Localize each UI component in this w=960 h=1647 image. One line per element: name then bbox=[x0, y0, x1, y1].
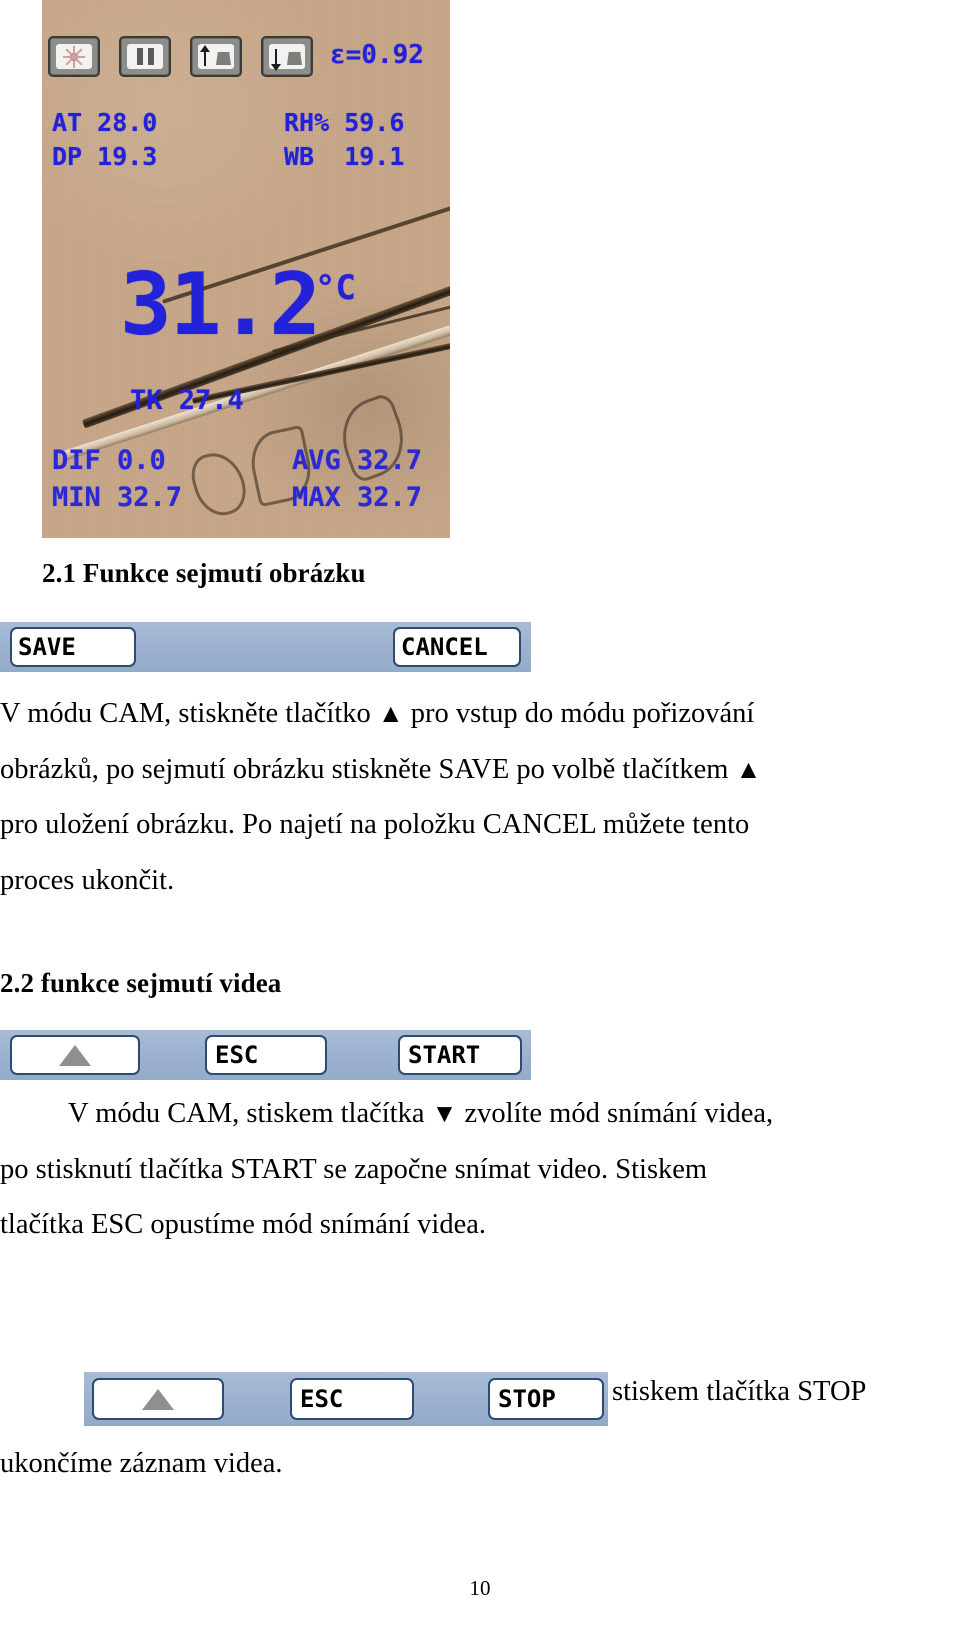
paragraph-text: V módu CAM, stiskněte tlačítko bbox=[0, 698, 371, 729]
dif-readout: DIF 0.0 bbox=[52, 445, 166, 476]
max-readout: MAX 32.7 bbox=[292, 482, 423, 513]
paragraph-text: obrázků, po sejmutí obrázku stiskněte SA… bbox=[0, 753, 729, 785]
section-2-2-heading: 2.2 funkce sejmutí videa bbox=[0, 968, 282, 998]
paragraph-line: po stisknutí tlačítka START se započne s… bbox=[0, 1153, 708, 1185]
lcd-menubar-esc-stop: ESC STOP bbox=[84, 1372, 608, 1426]
wet-bulb-readout: WB 19.1 bbox=[284, 142, 405, 171]
esc-button[interactable]: ESC bbox=[290, 1378, 414, 1420]
cancel-button[interactable]: CANCEL bbox=[393, 627, 521, 667]
humidity-readout: RH% 59.6 bbox=[284, 108, 405, 137]
paragraph-line: tlačítka ESC opustíme mód snímání videa. bbox=[0, 1209, 487, 1240]
save-button[interactable]: SAVE bbox=[10, 627, 136, 667]
emissivity-readout: ε=0.92 bbox=[330, 40, 424, 70]
paragraph-line: obrázků, po sejmutí obrázku stiskněte SA… bbox=[0, 753, 925, 785]
paragraph-line: V módu CAM, stiskem tlačítka ▼ zvolíte m… bbox=[0, 1098, 925, 1129]
paragraph-text: V módu CAM, stiskem tlačítka bbox=[68, 1098, 425, 1129]
triangle-up-icon bbox=[142, 1388, 174, 1410]
ambient-temp-readout: AT 28.0 bbox=[52, 108, 158, 137]
upload-cup-icon[interactable] bbox=[190, 36, 242, 77]
triangle-up-icon: ▲ bbox=[377, 699, 404, 728]
pause-icon[interactable] bbox=[119, 36, 171, 77]
avg-readout: AVG 32.7 bbox=[292, 445, 423, 476]
laser-sun-icon[interactable] bbox=[48, 36, 100, 77]
section-2-1-paragraph: V módu CAM, stiskněte tlačítko ▲ pro vst… bbox=[0, 698, 925, 922]
section-2-2-paragraph: V módu CAM, stiskem tlačítka ▼ zvolíte m… bbox=[0, 1098, 925, 1267]
thermal-camera-photo: ε=0.92 AT 28.0 DP 19.3 RH% 59.6 WB 19.1 … bbox=[42, 0, 450, 538]
stop-button[interactable]: STOP bbox=[488, 1378, 604, 1420]
page-number: 10 bbox=[469, 1576, 491, 1600]
min-readout: MIN 32.7 bbox=[52, 482, 183, 513]
paragraph-line: pro uložení obrázku. Po najetí na položk… bbox=[0, 809, 750, 840]
lcd-icon-row bbox=[48, 36, 313, 77]
triangle-down-icon: ▼ bbox=[431, 1099, 458, 1128]
dew-point-readout: DP 19.3 bbox=[52, 142, 158, 171]
tk-readout: TK 27.4 bbox=[130, 385, 244, 416]
up-arrow-button[interactable] bbox=[92, 1378, 224, 1420]
up-arrow-button[interactable] bbox=[10, 1035, 140, 1075]
paragraph-line: proces ukončit. bbox=[0, 864, 175, 896]
closing-text-left: ukončíme záznam videa. bbox=[0, 1448, 500, 1506]
start-button[interactable]: START bbox=[398, 1035, 522, 1075]
paragraph-line: stiskem tlačítka STOP bbox=[612, 1376, 867, 1407]
triangle-up-icon: ▲ bbox=[735, 754, 762, 784]
download-cup-icon[interactable] bbox=[261, 36, 313, 77]
temperature-unit: °C bbox=[315, 268, 356, 308]
paragraph-text: pro vstup do módu pořizování bbox=[410, 698, 755, 729]
section-2-1-heading: 2.1 Funkce sejmutí obrázku bbox=[42, 558, 366, 588]
main-temperature: 31.2 bbox=[120, 255, 321, 355]
lcd-menubar-save-cancel: SAVE CANCEL bbox=[0, 622, 531, 672]
paragraph-line: ukončíme záznam videa. bbox=[0, 1448, 283, 1479]
paragraph-line: V módu CAM, stiskněte tlačítko ▲ pro vst… bbox=[0, 698, 925, 729]
closing-text-right: stiskem tlačítka STOP bbox=[612, 1376, 942, 1434]
lcd-menubar-esc-start: ESC START bbox=[0, 1030, 531, 1080]
esc-button[interactable]: ESC bbox=[205, 1035, 327, 1075]
paragraph-text: zvolíte mód snímání videa, bbox=[464, 1098, 774, 1129]
triangle-up-icon bbox=[59, 1044, 91, 1066]
